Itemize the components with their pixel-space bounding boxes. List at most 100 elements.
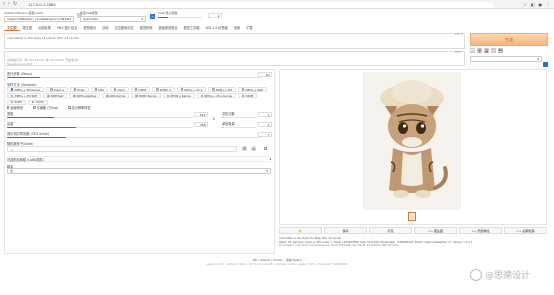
tab-item[interactable]: 后期处理 xyxy=(35,25,54,31)
main-tabs: 文生图 图生图 后期处理 PNG 图片信息 模型融合 训练 无边图像浏览 模型转换 超级模型融合… xyxy=(4,25,256,31)
chevron-down-icon: ▾ xyxy=(141,17,143,21)
negative-prompt-placeholder: 反向提示词（按 Ctrl+Enter 或 Alt+Enter 开始生成） Neg… xyxy=(7,57,81,66)
output-action-button[interactable]: 📂 xyxy=(279,227,322,234)
extra-networks-icon[interactable]: 🎴 xyxy=(484,48,489,53)
styles-dropdown[interactable]: ▾ xyxy=(470,56,542,62)
trash-icon[interactable]: 🗑 xyxy=(477,48,482,53)
sampler-option-label: DPM++ 2S a Karras xyxy=(204,93,233,98)
dice-icon[interactable]: ⚄ xyxy=(242,146,247,151)
checkbox-box xyxy=(33,106,36,109)
sampler-option[interactable]: DDIM xyxy=(238,93,258,99)
model-dropdown[interactable]: majicmixRealistic_v7.safetensors [7c819b… xyxy=(4,16,74,22)
vae-value: Automatic xyxy=(83,17,99,21)
sampler-option[interactable]: DPM++ 2S a xyxy=(176,87,207,92)
output-action-button[interactable]: 打包 xyxy=(369,227,412,234)
steps-number-input[interactable]: 20 xyxy=(258,72,272,77)
address-bar[interactable]: 127.0.0.1:7860 xyxy=(24,1,494,8)
generated-image[interactable] xyxy=(363,72,461,210)
sampler-option[interactable]: DPM2 xyxy=(130,87,151,92)
styles-refresh-button[interactable] xyxy=(543,62,548,67)
footer-versions: version: v1.5.1 • python: 3.10.11 • torc… xyxy=(206,263,348,266)
profile-icon[interactable]: ● xyxy=(539,2,543,7)
radio-dot xyxy=(50,88,53,91)
steps-label: 迭代步数 (Steps) xyxy=(7,72,33,76)
negative-prompt-input[interactable]: 反向提示词（按 Ctrl+Enter 或 Alt+Enter 开始生成） Neg… xyxy=(4,51,465,66)
back-icon[interactable]: ‹ xyxy=(3,1,5,7)
face-restore-checkbox[interactable]: 面部修复 xyxy=(7,105,23,110)
hires-fix-checkbox[interactable]: 高分辨率修复 xyxy=(68,105,91,110)
footer-links[interactable]: API • Github • Gradio • 重启 WebUI xyxy=(0,258,554,262)
sampler-option[interactable]: DPM++ 2M SDE xyxy=(7,93,42,99)
sampler-option-label: DPM++ SDE xyxy=(245,87,263,92)
vae-dropdown[interactable]: Automatic ▾ xyxy=(80,16,146,22)
output-action-button[interactable]: 保存 xyxy=(324,227,367,234)
script-dropdown[interactable]: 无 ▾ xyxy=(7,168,271,174)
tab-item[interactable]: 模型融合 xyxy=(80,25,99,31)
hires-label: 高分辨率修复 xyxy=(71,106,91,110)
clip-number-input[interactable]: 2 xyxy=(208,13,222,18)
reload-icon[interactable]: ↻ xyxy=(13,1,17,7)
sampler-option-label: LMS xyxy=(98,87,104,92)
star-icon[interactable]: ☆ xyxy=(523,2,527,7)
batch-size-number-input[interactable]: 1 xyxy=(258,122,272,127)
tab-item[interactable]: 文生图 xyxy=(4,25,20,31)
sampler-option[interactable]: Heun xyxy=(109,87,129,92)
tab-item[interactable]: 图生图 xyxy=(20,25,36,31)
forward-icon[interactable]: › xyxy=(8,1,10,7)
tab-item[interactable]: 训练 xyxy=(99,25,111,31)
batch-count-number-input[interactable]: 1 xyxy=(258,112,272,117)
positive-prompt-input[interactable]: cute kitten in the style of a Pixar film… xyxy=(4,33,465,49)
sampler-option[interactable]: DPM2 a Karras xyxy=(162,93,195,99)
sampler-option[interactable]: Euler a xyxy=(46,87,68,92)
sampler-option[interactable]: DPM2 Karras xyxy=(131,93,161,99)
tab-item[interactable]: 设置 xyxy=(231,25,243,31)
tab-item[interactable]: 超级模型融合 xyxy=(155,25,180,31)
tab-item[interactable]: WD 1.4 标签器 xyxy=(202,25,230,31)
tab-item[interactable]: 无边图像浏览 xyxy=(112,25,137,31)
width-number-input[interactable]: 512 xyxy=(194,112,208,117)
radio-dot xyxy=(166,94,170,98)
sampler-option[interactable]: Euler xyxy=(69,87,89,92)
generate-button[interactable]: 生成 xyxy=(470,33,548,46)
chevron-left-icon: ◂ xyxy=(269,157,271,161)
save-style-icon[interactable]: 💾 xyxy=(498,48,503,53)
radio-dot xyxy=(94,88,97,91)
read-params-icon[interactable]: ↙ xyxy=(470,48,475,53)
sampler-option[interactable]: LMS Karras xyxy=(102,93,130,99)
tab-item[interactable]: 扩展 xyxy=(243,25,255,31)
extra-networks-accordion[interactable]: 可选附加网络 (LoRA插件) ◂ xyxy=(7,156,271,162)
sampler-option[interactable]: DPM++ SDE xyxy=(237,87,267,92)
sampler-option[interactable]: DPM fast xyxy=(43,93,68,99)
sampler-option[interactable]: DPM++ 2S a Karras xyxy=(196,93,237,99)
refresh-vae-button[interactable]: ↻ xyxy=(150,14,155,19)
sampler-option[interactable]: DPM2 a xyxy=(152,87,175,92)
seed-input[interactable]: -1 xyxy=(7,146,237,152)
sampler-option[interactable]: LMS xyxy=(90,87,108,92)
recycle-icon[interactable]: ♻ xyxy=(251,146,256,151)
menu-icon[interactable]: ⋮ xyxy=(546,2,550,7)
tab-item[interactable]: 模型工具箱 xyxy=(181,25,203,31)
output-action-button[interactable]: >> 局部重绘 xyxy=(459,227,502,234)
tab-item[interactable]: PNG 图片信息 xyxy=(54,25,81,31)
radio-dot xyxy=(134,88,138,91)
output-action-button[interactable]: >> 图生图 xyxy=(414,227,457,234)
radio-dot xyxy=(113,88,117,91)
height-label: 高度 xyxy=(7,122,14,126)
swap-dimensions-icon[interactable]: ⇅ xyxy=(212,116,215,121)
sampler-option[interactable]: DPM++ 2M xyxy=(208,87,236,92)
output-action-button[interactable]: >> 后期处理 xyxy=(504,227,547,234)
thumbnail-image[interactable] xyxy=(408,212,416,221)
info-timing: Time taken: 5.3s Torch active/reserved: … xyxy=(279,244,400,248)
tiling-checkbox[interactable]: 平铺图 (Tiling) xyxy=(33,105,58,110)
tab-item[interactable]: 模型转换 xyxy=(137,25,156,31)
negative-token-counter: 0/75 xyxy=(455,51,461,54)
sampler-option[interactable]: DPM++ 2M Karras xyxy=(7,87,45,92)
chevron-down-icon: ▾ xyxy=(69,17,71,21)
extension-icon[interactable]: ◧ xyxy=(531,2,535,7)
apply-style-icon[interactable]: 📋 xyxy=(491,48,496,53)
clip-slider[interactable] xyxy=(158,17,202,19)
seed-extra-checkbox[interactable] xyxy=(264,147,267,150)
sampler-option[interactable]: DPM adaptive xyxy=(69,93,101,99)
height-number-input[interactable]: 768 xyxy=(194,122,208,127)
cfg-number-input[interactable]: 7 xyxy=(258,132,272,137)
